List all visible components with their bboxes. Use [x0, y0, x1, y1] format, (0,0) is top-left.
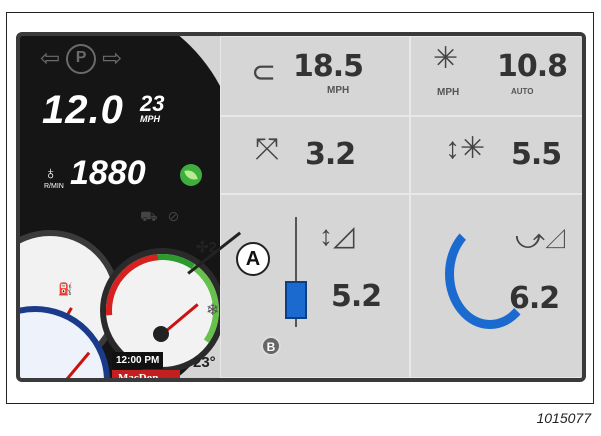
knife-fan-icon: ✳	[433, 42, 459, 75]
speed-secondary-value: 23	[140, 91, 165, 116]
header-tilt-icon: ⤻◿	[515, 223, 567, 254]
reel-speed-tile[interactable]: ⊂ 18.5 MPH	[220, 36, 410, 116]
knife-auto-mode: AUTO	[511, 87, 534, 96]
engine-rpm-value: 1880	[70, 154, 146, 192]
reel-fore-aft-icon: ⤧	[255, 133, 279, 166]
eco-mode-icon	[180, 164, 202, 186]
reel-height-tile[interactable]: ↕✳ 5.5	[410, 116, 582, 194]
outside-temperature: 23°	[193, 354, 216, 371]
knife-speed-value: 10.8	[497, 49, 568, 84]
header-height-bar	[285, 281, 307, 319]
header-angle-icon: ↕◿	[319, 220, 355, 251]
park-brake-icon: P	[66, 44, 97, 74]
fuel-pump-icon: ⛽	[58, 282, 73, 296]
cab-display-screen: ⇦ P ⇨ 12.0 23 MPH ♁ R/MIN 1880 ⛟ ⊘ ⛽ ✣2 …	[16, 32, 586, 382]
implement-indicator-icon: ⛟	[140, 208, 158, 224]
figure-number: 1015077	[536, 410, 591, 426]
coolant-icon: ❄	[206, 302, 220, 319]
rpm-unit-label: R/MIN	[44, 183, 64, 190]
ground-speed-value: 12.0	[42, 88, 124, 132]
header-height-tile[interactable]: ↕◿ 5.2	[220, 194, 410, 378]
lower-gauge-needle	[58, 351, 91, 378]
brand-logo: MacDon	[112, 370, 180, 378]
reel-height-value: 5.5	[511, 137, 562, 172]
callout-a: A	[236, 242, 270, 276]
header-height-value: 5.2	[331, 279, 382, 314]
callout-b-badge: B	[261, 336, 281, 356]
instrument-cluster: ⇦ P ⇨ 12.0 23 MPH ♁ R/MIN 1880 ⛟ ⊘ ⛽ ✣2 …	[20, 36, 243, 378]
clock-display: 12:00 PM	[112, 352, 164, 369]
header-tilt-value: 6.2	[509, 281, 560, 316]
knife-speed-unit: MPH	[437, 87, 460, 98]
knife-speed-tile[interactable]: ✳ MPH 10.8 AUTO	[410, 36, 582, 116]
reel-speed-unit: MPH	[327, 85, 350, 96]
disabled-indicator-icon: ⊘	[167, 208, 180, 224]
reel-speed-value: 18.5	[293, 49, 364, 84]
speed-secondary: 23 MPH	[140, 91, 165, 125]
reel-speed-icon: ⊂	[251, 56, 277, 89]
header-tilt-tile[interactable]: ⤻◿ 6.2	[410, 194, 582, 378]
right-turn-arrow-icon: ⇨	[102, 45, 123, 72]
fan-icon: ✣	[196, 239, 209, 256]
reel-fore-aft-tile[interactable]: ⤧ 3.2	[220, 116, 410, 194]
turn-signal-row: ⇦ P ⇨	[40, 44, 122, 74]
left-turn-arrow-icon: ⇦	[40, 45, 61, 72]
rpm-icon: ♁ R/MIN	[44, 164, 64, 194]
reel-height-icon: ↕✳	[445, 132, 486, 165]
indicator-icons: ⛟ ⊘	[140, 208, 179, 227]
reel-fore-aft-value: 3.2	[305, 137, 356, 172]
